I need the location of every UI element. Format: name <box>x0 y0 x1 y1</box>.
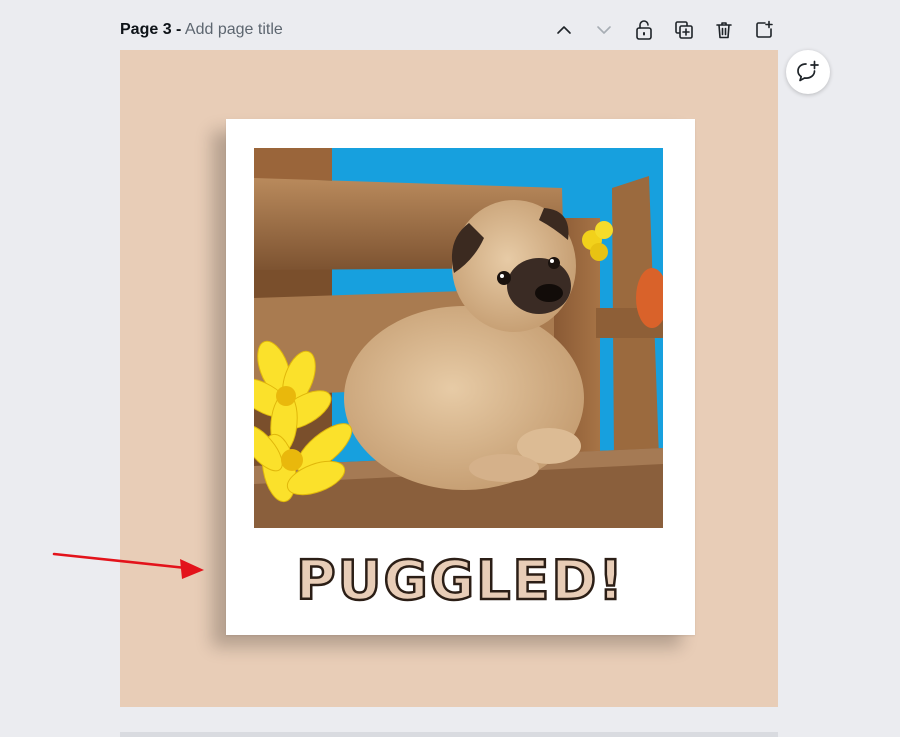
comment-add-icon <box>797 60 819 82</box>
chevron-down-icon <box>597 26 611 34</box>
move-page-down-button[interactable] <box>590 16 618 44</box>
page-title-input[interactable]: Add page title <box>185 21 283 38</box>
move-page-up-button[interactable] <box>550 16 578 44</box>
pug-photo-illustration <box>254 148 663 528</box>
red-arrow-icon <box>52 552 204 579</box>
polaroid-frame[interactable]: PUGGLED! <box>226 119 695 635</box>
delete-page-button[interactable] <box>710 16 738 44</box>
next-page-preview <box>120 732 778 737</box>
duplicate-icon <box>675 21 693 39</box>
add-page-button[interactable] <box>750 16 778 44</box>
add-page-icon <box>756 20 773 38</box>
lock-page-button[interactable] <box>630 16 658 44</box>
page-number-label: Page 3 - <box>120 21 182 38</box>
lock-icon <box>636 20 652 40</box>
trash-icon <box>716 22 732 39</box>
pug-puppy-photo[interactable] <box>254 148 663 528</box>
add-comment-button[interactable] <box>786 50 830 94</box>
page-toolbar <box>550 16 778 44</box>
polaroid-caption[interactable]: PUGGLED! <box>226 548 695 614</box>
chevron-up-icon <box>557 26 571 34</box>
page-header: Page 3 - Add page title <box>120 12 778 48</box>
caption-text: PUGGLED! <box>295 548 625 614</box>
page-label: Page 3 - Add page title <box>120 21 283 39</box>
duplicate-page-button[interactable] <box>670 16 698 44</box>
